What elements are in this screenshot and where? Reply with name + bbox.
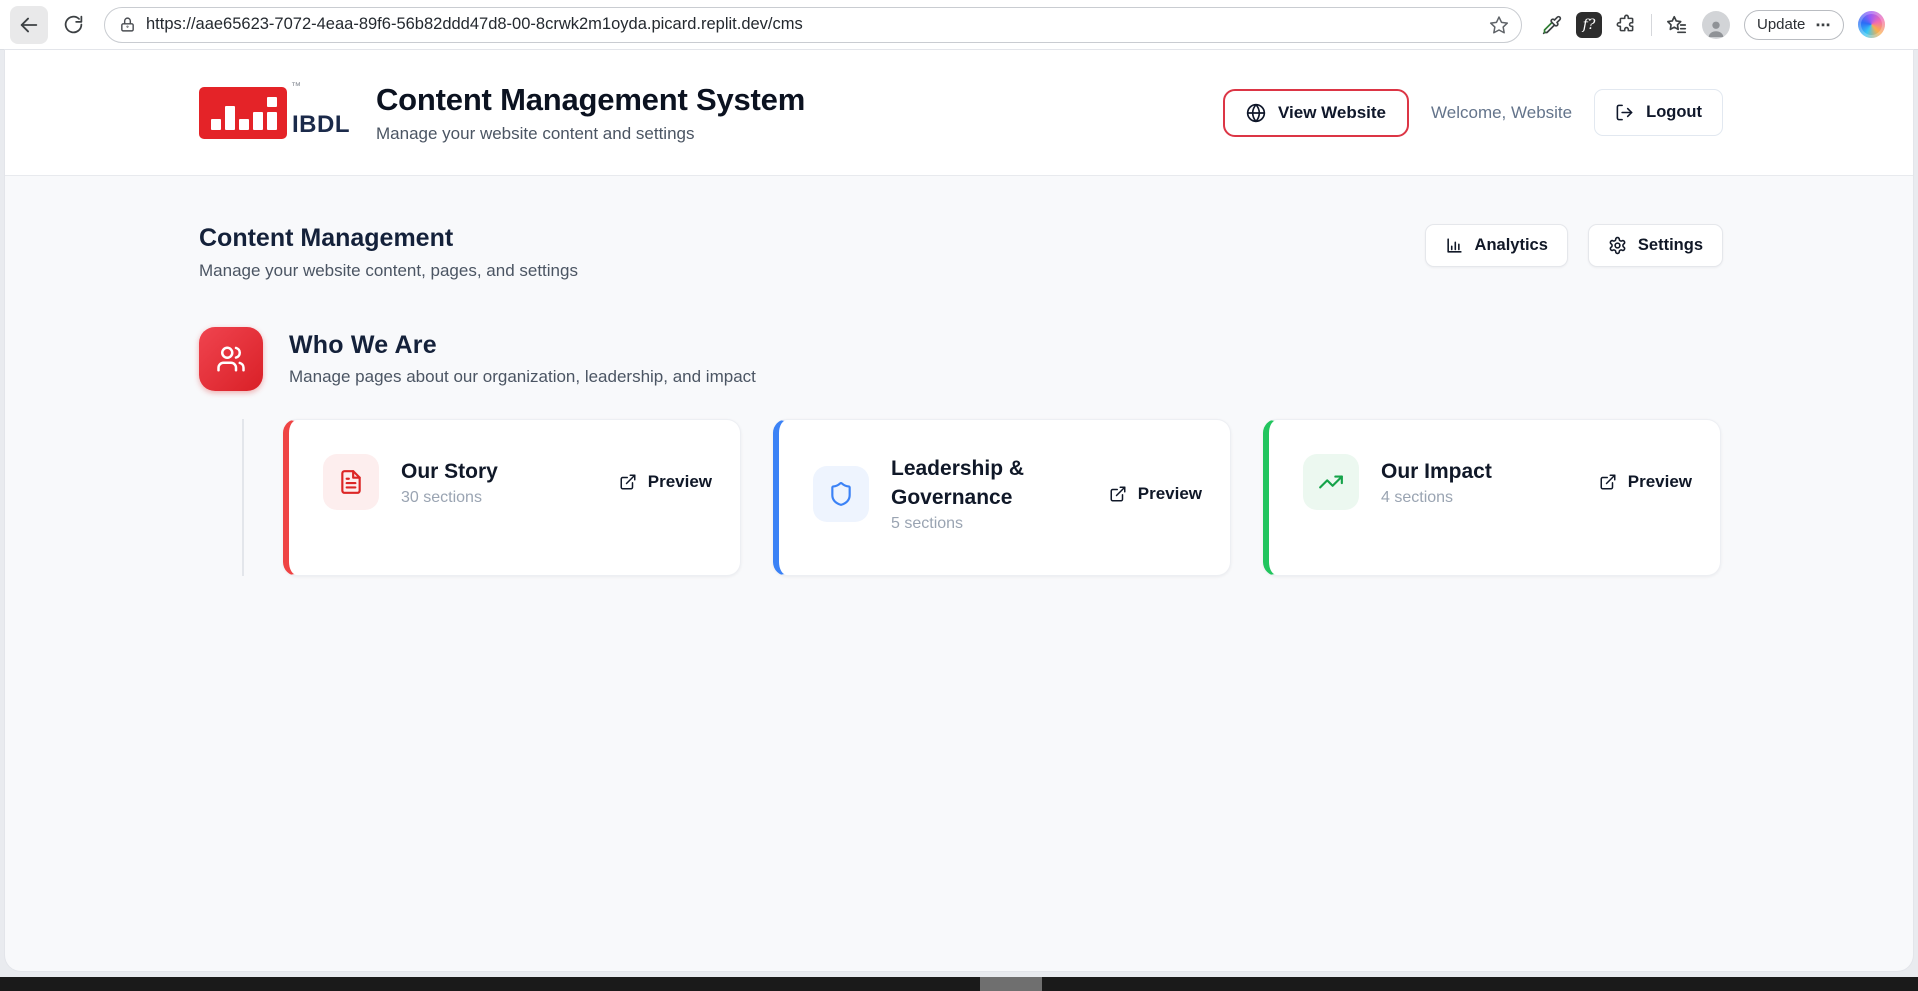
copilot-icon[interactable]	[1858, 11, 1885, 38]
card-title: Leadership & Governance	[891, 454, 1091, 512]
extensions-puzzle-icon[interactable]	[1616, 14, 1637, 35]
card-leadership-governance[interactable]: Leadership & Governance 5 sections Previ…	[773, 419, 1231, 576]
users-icon	[199, 327, 263, 391]
settings-button[interactable]: Settings	[1588, 224, 1723, 267]
logo-trademark: ™	[291, 81, 301, 92]
cms-header: ™ IBDL Content Management System Manage …	[5, 50, 1913, 176]
card-section-count: 30 sections	[401, 489, 498, 507]
section-subtitle: Manage pages about our organization, lea…	[289, 367, 756, 387]
analytics-label: Analytics	[1475, 236, 1548, 255]
app-subtitle: Manage your website content and settings	[376, 124, 805, 144]
bar-chart-icon	[1445, 236, 1464, 255]
logo-text: IBDL	[292, 113, 350, 139]
toolbar-divider	[1651, 14, 1652, 36]
page-title: Content Management	[199, 224, 578, 253]
file-text-icon	[323, 454, 379, 510]
page-subtitle: Manage your website content, pages, and …	[199, 261, 578, 281]
back-button[interactable]	[10, 6, 48, 44]
external-link-icon	[1599, 473, 1617, 491]
address-bar[interactable]: https://aae65623-7072-4eaa-89f6-56b82ddd…	[104, 7, 1522, 43]
person-icon	[1705, 17, 1727, 39]
external-link-icon	[619, 473, 637, 491]
logout-button[interactable]: Logout	[1594, 89, 1723, 136]
eyedropper-icon[interactable]	[1542, 15, 1562, 35]
preview-link[interactable]: Preview	[619, 472, 712, 492]
who-we-are-header: Who We Are Manage pages about our organi…	[199, 327, 1723, 391]
shield-icon	[813, 466, 869, 522]
bookmark-star-icon[interactable]	[1489, 15, 1509, 35]
section-title: Who We Are	[289, 331, 756, 360]
preview-label: Preview	[1628, 472, 1692, 492]
browser-update-button[interactable]: Update ⋯	[1744, 10, 1844, 40]
globe-icon	[1246, 103, 1266, 123]
trending-up-icon	[1303, 454, 1359, 510]
favorites-list-icon[interactable]	[1666, 14, 1688, 36]
analytics-button[interactable]: Analytics	[1425, 224, 1568, 267]
preview-label: Preview	[1138, 484, 1202, 504]
refresh-button[interactable]	[54, 6, 92, 44]
card-section-count: 4 sections	[1381, 489, 1492, 507]
browser-toolbar: https://aae65623-7072-4eaa-89f6-56b82ddd…	[0, 0, 1918, 50]
view-website-button[interactable]: View Website	[1223, 89, 1409, 137]
card-title: Our Impact	[1381, 457, 1492, 486]
card-title: Our Story	[401, 457, 498, 486]
settings-label: Settings	[1638, 236, 1703, 255]
gear-icon	[1608, 236, 1627, 255]
profile-avatar[interactable]	[1702, 11, 1730, 39]
preview-link[interactable]: Preview	[1109, 484, 1202, 504]
app-title: Content Management System	[376, 82, 805, 118]
ibdl-logo: ™ IBDL	[199, 87, 350, 139]
welcome-text: Welcome, Website	[1431, 103, 1572, 123]
function-extension-icon[interactable]: f?	[1576, 12, 1602, 38]
more-options-icon[interactable]: ⋯	[1815, 16, 1831, 34]
card-our-story[interactable]: Our Story 30 sections Preview	[283, 419, 741, 576]
cards-rail: Our Story 30 sections Preview	[242, 419, 1723, 576]
url-text[interactable]: https://aae65623-7072-4eaa-89f6-56b82ddd…	[146, 15, 1479, 34]
scrollbar-thumb[interactable]	[980, 977, 1042, 991]
cms-content: Content Management Manage your website c…	[5, 176, 1913, 971]
back-icon	[18, 14, 40, 36]
card-section-count: 5 sections	[891, 515, 1091, 533]
lock-icon	[119, 16, 136, 33]
logout-label: Logout	[1646, 103, 1702, 122]
external-link-icon	[1109, 485, 1127, 503]
toolbar-extensions-area: f? Update ⋯	[1542, 10, 1885, 40]
refresh-icon	[63, 14, 84, 35]
preview-label: Preview	[648, 472, 712, 492]
card-our-impact[interactable]: Our Impact 4 sections Preview	[1263, 419, 1721, 576]
horizontal-scrollbar[interactable]	[0, 977, 1918, 991]
view-website-label: View Website	[1278, 103, 1386, 123]
ibdl-logo-mark-icon	[199, 87, 287, 139]
webpage-panel: ™ IBDL Content Management System Manage …	[5, 50, 1913, 971]
logout-icon	[1615, 103, 1634, 122]
update-label: Update	[1757, 16, 1805, 33]
preview-link[interactable]: Preview	[1599, 472, 1692, 492]
